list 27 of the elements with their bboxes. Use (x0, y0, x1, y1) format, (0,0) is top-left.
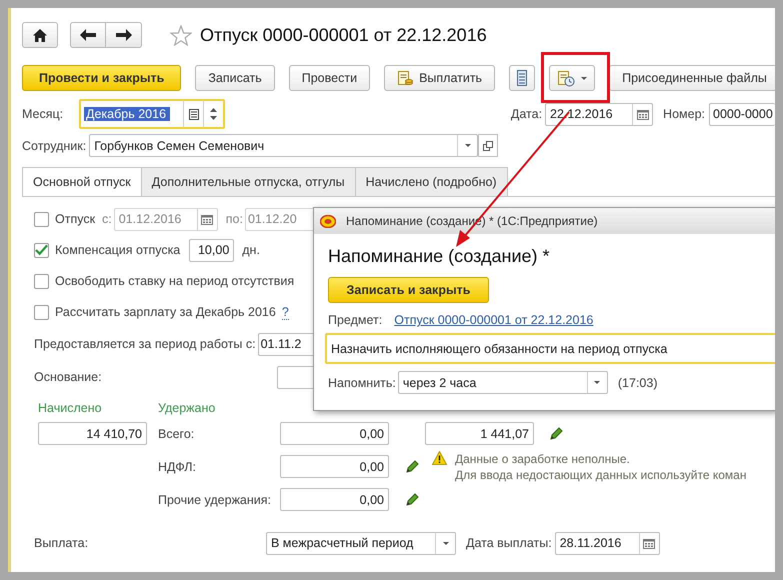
checkbox-label: Рассчитать зарплату за Декабрь 2016 (55, 305, 276, 319)
field-label: Дата выплаты: (466, 536, 552, 550)
field-label: Месяц: (22, 107, 64, 121)
unit-label: дн. (242, 243, 260, 257)
field-label: Дата: (510, 107, 542, 121)
field-label: Предоставляется за период работы с: (34, 337, 256, 351)
field-label: Номер: (663, 107, 705, 121)
section-heading: Удержано (158, 401, 216, 415)
checkbox-label: Отпуск (55, 212, 96, 226)
checkbox-label: Освободить ставку на период отсутствия (55, 274, 294, 288)
warning-text: Для ввода недостающих данных используйте коман (455, 466, 746, 482)
field-label: НДФЛ: (158, 460, 197, 474)
field-label: с: (102, 212, 112, 226)
warning-text: Данные о заработке неполные. (455, 450, 631, 466)
field-label: Прочие удержания: (158, 492, 272, 506)
window-title: Отпуск 0000-000001 от 22.12.2016 (200, 24, 487, 46)
time-label: (17:03) (618, 376, 658, 390)
field-label: Сотрудник: (22, 138, 86, 152)
field-label: Выплата: (34, 536, 90, 550)
checkbox-label: Компенсация отпуска (55, 243, 180, 257)
field-label: Основание: (34, 370, 103, 384)
field-label: по: (226, 212, 243, 226)
field-label: Всего: (158, 426, 196, 440)
dialog-heading: Напоминание (создание) * (328, 246, 551, 267)
field-label: Напомнить: (328, 376, 396, 390)
field-label: Предмет: (328, 313, 382, 327)
section-heading: Начислено (38, 401, 103, 415)
